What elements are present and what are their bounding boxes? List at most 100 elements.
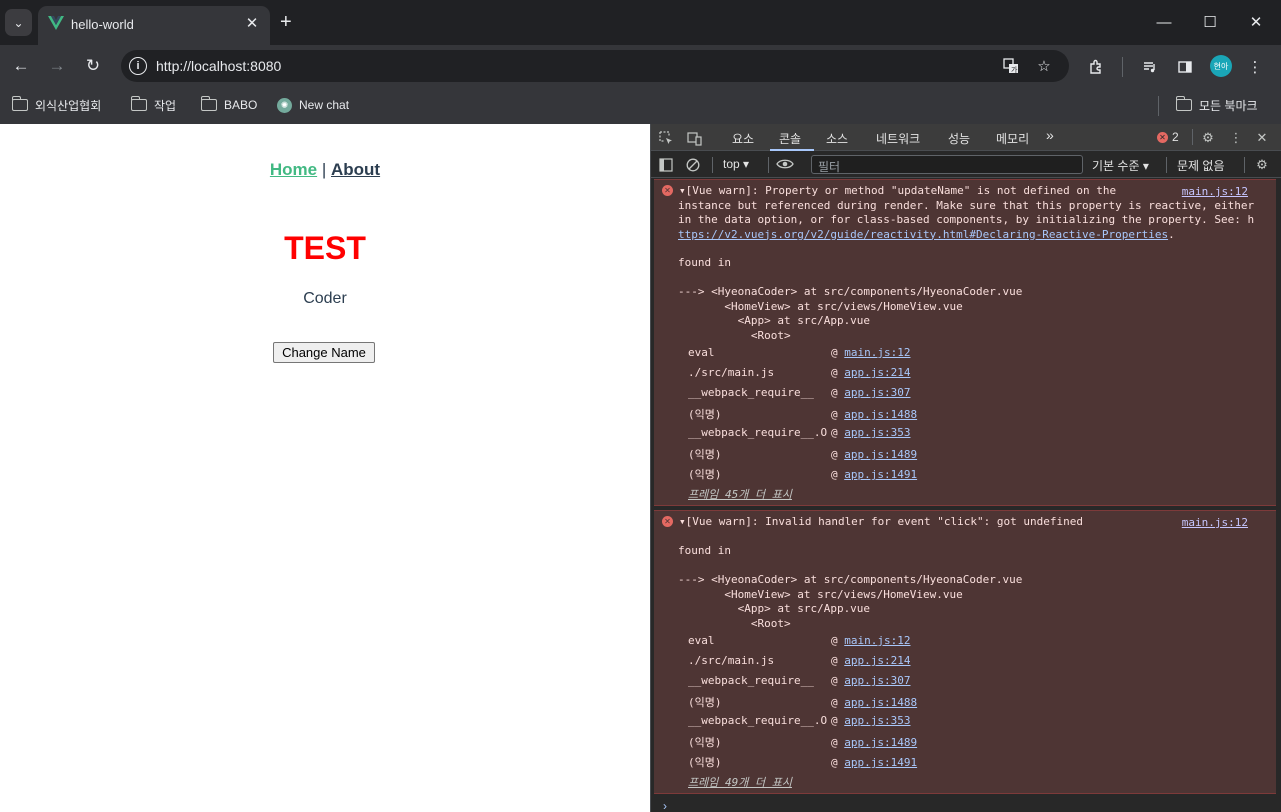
- bookmark-star-icon[interactable]: ☆: [1034, 56, 1054, 76]
- tab-hello-world[interactable]: hello-world ✕: [38, 6, 270, 45]
- minimize-button[interactable]: —: [1152, 10, 1176, 34]
- close-devtools-icon[interactable]: ✕: [1253, 129, 1271, 147]
- error-icon: ✕: [1157, 131, 1168, 143]
- inspect-element-icon[interactable]: [657, 129, 675, 147]
- stack-frame: __webpack_require__.O @ app.js:353: [688, 714, 911, 727]
- stack-frame-link[interactable]: app.js:1491: [844, 468, 917, 481]
- bookmarks-divider: [1158, 96, 1159, 116]
- nav-separator: |: [317, 160, 331, 179]
- stack-frame-link[interactable]: app.js:1488: [844, 696, 917, 709]
- tab-elements[interactable]: 요소: [732, 130, 754, 147]
- folder-icon: [1175, 96, 1192, 111]
- stack-frame-link[interactable]: app.js:1489: [844, 448, 917, 461]
- sidebar-toggle-icon[interactable]: [657, 156, 675, 174]
- toolbar-divider: [712, 157, 713, 173]
- stack-frame: (익명) @ app.js:1488: [688, 408, 918, 421]
- show-more-frames-link[interactable]: 프레임 49개 더 표시: [688, 774, 792, 790]
- stack-frame-link[interactable]: app.js:307: [844, 386, 910, 399]
- bookmark-new-chat[interactable]: ✺ New chat: [277, 95, 349, 115]
- found-in-label: found in: [678, 544, 731, 557]
- issues-button[interactable]: 문제 없음: [1177, 157, 1225, 174]
- toolbar-divider: [1122, 57, 1123, 77]
- close-tab-icon[interactable]: ✕: [243, 14, 261, 32]
- translate-icon[interactable]: 가: [1001, 56, 1021, 76]
- more-tabs-icon[interactable]: »: [1046, 127, 1054, 143]
- folder-icon: [200, 96, 217, 111]
- stack-frame: ./src/main.js @ app.js:214: [688, 366, 911, 379]
- media-control-icon[interactable]: [1139, 56, 1161, 78]
- console-filter-input[interactable]: 필터: [811, 155, 1083, 174]
- component-tree-line: <HomeView> at src/views/HomeView.vue: [678, 299, 963, 313]
- stack-frame-link[interactable]: app.js:214: [844, 654, 910, 667]
- home-link[interactable]: Home: [270, 160, 317, 179]
- stack-frame-link[interactable]: app.js:307: [844, 674, 910, 687]
- new-tab-button[interactable]: +: [280, 11, 292, 33]
- stack-frame-link[interactable]: app.js:1489: [844, 736, 917, 749]
- tab-sources[interactable]: 소스: [826, 130, 848, 147]
- console-error-message[interactable]: ✕ main.js:12 ▾[Vue warn]: Property or me…: [654, 179, 1276, 506]
- back-button[interactable]: ←: [8, 53, 34, 79]
- close-window-button[interactable]: ✕: [1244, 10, 1268, 34]
- stack-frame-link[interactable]: app.js:1488: [844, 408, 917, 421]
- stack-frame-link[interactable]: main.js:12: [844, 634, 910, 647]
- settings-gear-icon[interactable]: ⚙: [1199, 129, 1217, 147]
- page-viewport: Home | About TEST Coder Change Name: [0, 124, 650, 812]
- bookmarks-bar: 외식산업협회 작업 BABO ✺ New chat 모든 북마크: [0, 88, 1281, 124]
- error-counter[interactable]: ✕ 2: [1157, 130, 1179, 144]
- bookmark-folder[interactable]: 작업: [130, 95, 176, 115]
- kebab-menu-icon[interactable]: ⋮: [1244, 56, 1266, 78]
- name-text: Coder: [303, 290, 347, 307]
- about-link[interactable]: About: [331, 160, 380, 179]
- tab-console[interactable]: 콘솔: [779, 130, 801, 147]
- devtools-tab-bar: 요소 콘솔 소스 네트워크 성능 메모리 » ✕ 2 ⚙ ⋮ ✕: [651, 124, 1281, 151]
- console-error-message[interactable]: ✕ main.js:12 ▾[Vue warn]: Invalid handle…: [654, 510, 1276, 794]
- device-toolbar-icon[interactable]: [685, 129, 703, 147]
- bookmark-folder[interactable]: BABO: [200, 95, 257, 115]
- devtools-menu-icon[interactable]: ⋮: [1227, 129, 1245, 147]
- profile-avatar[interactable]: 현아: [1210, 55, 1232, 77]
- stack-frame: (익명) @ app.js:1489: [688, 736, 918, 749]
- extensions-icon[interactable]: [1085, 56, 1107, 78]
- clear-console-icon[interactable]: [684, 156, 702, 174]
- message-text: ▾[Vue warn]: Property or method "updateN…: [679, 184, 1117, 197]
- live-expression-eye-icon[interactable]: [776, 155, 794, 173]
- stack-frame-link[interactable]: app.js:1491: [844, 756, 917, 769]
- chevron-down-icon: ⌄: [13, 15, 24, 30]
- stack-frame: (익명) @ app.js:1489: [688, 448, 918, 461]
- address-bar[interactable]: i http://localhost:8080 가 ☆: [121, 50, 1069, 82]
- page-heading: TEST: [284, 230, 366, 266]
- stack-frame-link[interactable]: main.js:12: [844, 346, 910, 359]
- message-source-link[interactable]: main.js:12: [1182, 516, 1248, 529]
- all-bookmarks-folder[interactable]: 모든 북마크: [1175, 95, 1258, 115]
- tab-performance[interactable]: 성능: [948, 130, 970, 147]
- url-text[interactable]: http://localhost:8080: [156, 58, 281, 74]
- console-toolbar: top ▾ 필터 기본 수준 ▾ 문제 없음 ⚙: [651, 152, 1281, 178]
- tab-search-button[interactable]: ⌄: [5, 9, 32, 36]
- console-prompt[interactable]: ›: [663, 799, 667, 812]
- show-more-frames-link[interactable]: 프레임 45개 더 표시: [688, 486, 792, 502]
- tab-memory[interactable]: 메모리: [996, 130, 1029, 147]
- stack-frame-link[interactable]: app.js:353: [844, 714, 910, 727]
- side-panel-icon[interactable]: [1174, 56, 1196, 78]
- forward-button[interactable]: →: [44, 53, 70, 79]
- docs-link[interactable]: ttps://v2.vuejs.org/v2/guide/reactivity.…: [678, 228, 1168, 241]
- found-in-label: found in: [678, 256, 731, 269]
- console-settings-icon[interactable]: ⚙: [1253, 156, 1271, 174]
- stack-frame: (익명) @ app.js:1488: [688, 696, 918, 709]
- log-level-dropdown[interactable]: 기본 수준 ▾: [1092, 157, 1149, 174]
- reload-button[interactable]: ↻: [80, 53, 106, 79]
- tab-network[interactable]: 네트워크: [876, 130, 920, 147]
- stack-frame-link[interactable]: app.js:214: [844, 366, 910, 379]
- change-name-button[interactable]: Change Name: [273, 342, 375, 363]
- stack-frame-link[interactable]: app.js:353: [844, 426, 910, 439]
- maximize-button[interactable]: ☐: [1198, 10, 1222, 34]
- bookmark-folder[interactable]: 외식산업협회: [11, 95, 101, 115]
- toolbar-divider: [1166, 157, 1167, 173]
- chatgpt-icon: ✺: [277, 97, 292, 113]
- active-tab-indicator: [770, 149, 814, 151]
- site-info-icon[interactable]: i: [129, 57, 147, 75]
- context-selector[interactable]: top ▾: [723, 157, 749, 171]
- devtools-panel: 요소 콘솔 소스 네트워크 성능 메모리 » ✕ 2 ⚙ ⋮ ✕ top ▾ 필…: [650, 124, 1281, 812]
- vue-logo-icon: [48, 16, 64, 30]
- message-source-link[interactable]: main.js:12: [1182, 185, 1248, 198]
